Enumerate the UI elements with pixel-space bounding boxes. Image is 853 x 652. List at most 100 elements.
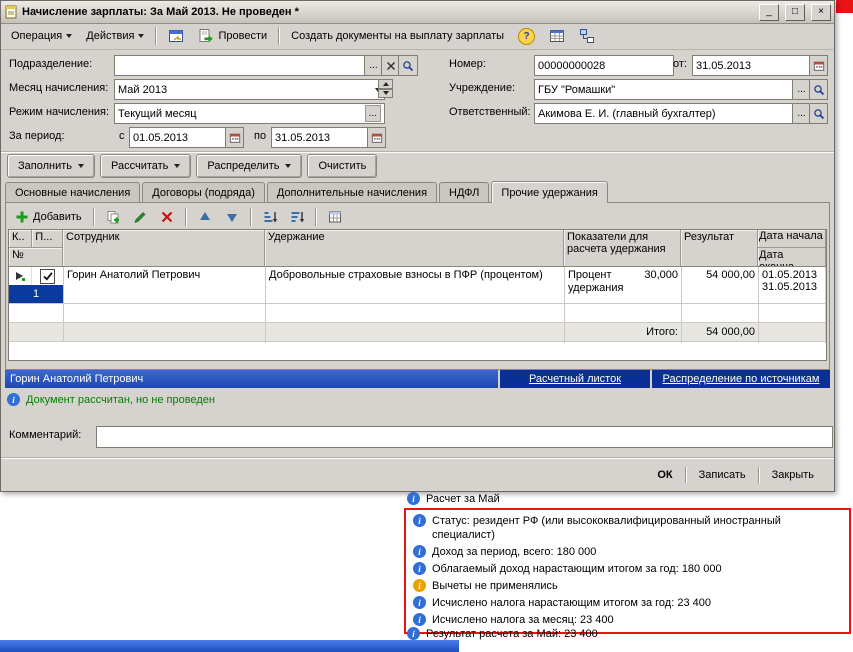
month-field[interactable]: Май 2013 bbox=[114, 79, 385, 100]
period-from-field[interactable]: 01.05.2013 bbox=[129, 127, 233, 148]
titlebar: Начисление зарплаты: За Май 2013. Не про… bbox=[1, 1, 834, 24]
info-icon: i bbox=[407, 492, 420, 505]
help-button[interactable]: ? bbox=[512, 24, 541, 49]
comment-label: Комментарий: bbox=[9, 429, 82, 441]
employee-cell[interactable]: Горин Анатолий Петрович bbox=[64, 267, 266, 303]
structure-button[interactable] bbox=[573, 24, 601, 48]
dates-cell[interactable]: 01.05.2013 31.05.2013 bbox=[759, 267, 826, 303]
department-search-button[interactable] bbox=[398, 55, 418, 76]
info-icon: i bbox=[407, 627, 420, 640]
footer-bar: ОК Записать Закрыть bbox=[1, 457, 834, 491]
open-form-button[interactable] bbox=[162, 24, 190, 48]
mode-ellipsis-button[interactable]: ... bbox=[364, 105, 381, 122]
tab-other-deductions[interactable]: Прочие удержания bbox=[491, 181, 608, 203]
total-label: Итого: bbox=[565, 321, 682, 343]
distribution-by-sources-link[interactable]: Распределение по источникам bbox=[650, 369, 830, 388]
department-label: Подразделение: bbox=[9, 58, 93, 70]
message-line: i Исчислено налога за месяц: 23 400 bbox=[413, 613, 842, 627]
distribute-button[interactable]: Распределить bbox=[196, 154, 303, 178]
deduction-cell[interactable]: Добровольные страховые взносы в ПФР (про… bbox=[266, 267, 565, 303]
add-row-button[interactable]: Добавить bbox=[10, 207, 87, 227]
create-payment-docs-label: Создать документы на выплату зарплаты bbox=[291, 30, 505, 42]
spin-up-button[interactable] bbox=[378, 79, 393, 89]
copy-row-button[interactable] bbox=[101, 207, 125, 227]
calculate-button[interactable]: Рассчитать bbox=[100, 154, 192, 178]
institution-field[interactable]: ГБУ "Ромашки" bbox=[534, 79, 800, 100]
calc-header-line: i Расчет за Май bbox=[407, 492, 500, 506]
row-number-cell[interactable]: 1 bbox=[9, 285, 63, 303]
current-row-bar: Горин Анатолий Петрович Расчетный листок… bbox=[5, 369, 830, 388]
grid-settings-button[interactable] bbox=[323, 207, 347, 227]
document-date-field[interactable]: 31.05.2013 bbox=[692, 55, 817, 76]
period-from-calendar-button[interactable] bbox=[225, 127, 244, 148]
mode-field[interactable]: Текущий месяц... bbox=[114, 103, 385, 124]
warning-icon: i bbox=[413, 579, 426, 592]
toolbar-separator bbox=[184, 208, 187, 226]
calendar-icon bbox=[813, 61, 824, 71]
table-row[interactable]: 1 Горин Анатолий Петрович Добровольные с… bbox=[9, 267, 826, 304]
message-text: Исчислено налога нарастающим итогом за г… bbox=[432, 597, 711, 609]
fill-button[interactable]: Заполнить bbox=[7, 154, 96, 178]
responsible-label: Ответственный: bbox=[449, 106, 531, 118]
arrow-up-icon bbox=[199, 212, 210, 220]
maximize-button[interactable]: □ bbox=[785, 3, 805, 21]
save-button[interactable]: Записать bbox=[689, 465, 756, 485]
post-button[interactable]: Провести bbox=[192, 24, 273, 48]
period-to-field[interactable]: 31.05.2013 bbox=[271, 127, 375, 148]
responsible-search-button[interactable] bbox=[809, 103, 828, 124]
red-highlight-box: i Статус: резидент РФ (или высококвалифи… bbox=[404, 508, 851, 634]
tab-main-accruals[interactable]: Основные начисления bbox=[5, 182, 141, 202]
sort-desc-button[interactable] bbox=[285, 207, 309, 227]
document-header-form: Подразделение: ... Номер: 00000000028 от… bbox=[1, 49, 834, 152]
close-document-button[interactable]: Закрыть bbox=[762, 465, 824, 485]
mode-value: Текущий месяц bbox=[118, 107, 197, 120]
search-icon bbox=[813, 84, 824, 95]
toolbar-separator bbox=[92, 208, 95, 226]
indicator-cell[interactable]: Процент удержания 30,000 bbox=[565, 267, 682, 303]
close-button[interactable]: × bbox=[811, 3, 831, 21]
institution-search-button[interactable] bbox=[809, 79, 828, 100]
table-settings-icon bbox=[328, 211, 341, 223]
move-down-button[interactable] bbox=[220, 207, 244, 227]
comment-input[interactable] bbox=[96, 426, 833, 448]
clear-x-icon bbox=[386, 61, 395, 70]
edit-row-button[interactable] bbox=[128, 207, 152, 227]
operation-menu-button[interactable]: Операция bbox=[5, 26, 78, 46]
delete-row-button[interactable] bbox=[155, 207, 179, 227]
tab-contracts[interactable]: Договоры (подряда) bbox=[142, 182, 265, 202]
spin-down-button[interactable] bbox=[378, 88, 393, 98]
post-document-icon bbox=[199, 29, 214, 43]
report-button[interactable] bbox=[543, 24, 571, 48]
create-payment-docs-button[interactable]: Создать документы на выплату зарплаты bbox=[285, 26, 510, 46]
responsible-field[interactable]: Акимова Е. И. (главный бухгалтер) bbox=[534, 103, 800, 124]
number-field[interactable]: 00000000028 bbox=[534, 55, 674, 76]
chevron-down-icon bbox=[138, 34, 145, 38]
sort-ascending-icon bbox=[264, 212, 277, 223]
actions-menu-button[interactable]: Действия bbox=[80, 26, 150, 46]
deductions-table: К.. П... № Сотрудник Удержание Показател… bbox=[8, 229, 827, 361]
message-text: Облагаемый доход нарастающим итогом за г… bbox=[432, 563, 722, 575]
row-marker-cell bbox=[9, 267, 32, 285]
tab-ndfl[interactable]: НДФЛ bbox=[439, 182, 490, 202]
message-text: Статус: резидент РФ (или высококвалифици… bbox=[432, 515, 781, 541]
date-end-value: 31.05.2013 bbox=[762, 281, 818, 293]
clear-button[interactable]: Очистить bbox=[307, 154, 378, 178]
tab-additional-accruals[interactable]: Дополнительные начисления bbox=[266, 182, 438, 202]
row-checkbox-cell[interactable] bbox=[32, 267, 63, 285]
date-start-value: 01.05.2013 bbox=[762, 269, 818, 281]
minimize-button[interactable]: _ bbox=[759, 3, 779, 21]
header-result: Результат bbox=[681, 230, 758, 266]
mode-label: Режим начисления: bbox=[9, 106, 110, 118]
ok-button[interactable]: ОК bbox=[647, 465, 682, 485]
department-field[interactable] bbox=[114, 55, 372, 76]
move-up-button[interactable] bbox=[193, 207, 217, 227]
document-date-calendar-button[interactable] bbox=[809, 55, 828, 76]
comment-row: Комментарий: bbox=[1, 426, 834, 448]
result-cell[interactable]: 54 000,00 bbox=[682, 267, 759, 303]
copy-add-icon bbox=[107, 211, 119, 224]
delete-x-icon bbox=[161, 211, 172, 223]
sort-asc-button[interactable] bbox=[258, 207, 282, 227]
command-row: Заполнить Рассчитать Распределить Очисти… bbox=[1, 151, 834, 181]
payslip-link[interactable]: Расчетный листок bbox=[498, 369, 650, 388]
period-to-calendar-button[interactable] bbox=[367, 127, 386, 148]
